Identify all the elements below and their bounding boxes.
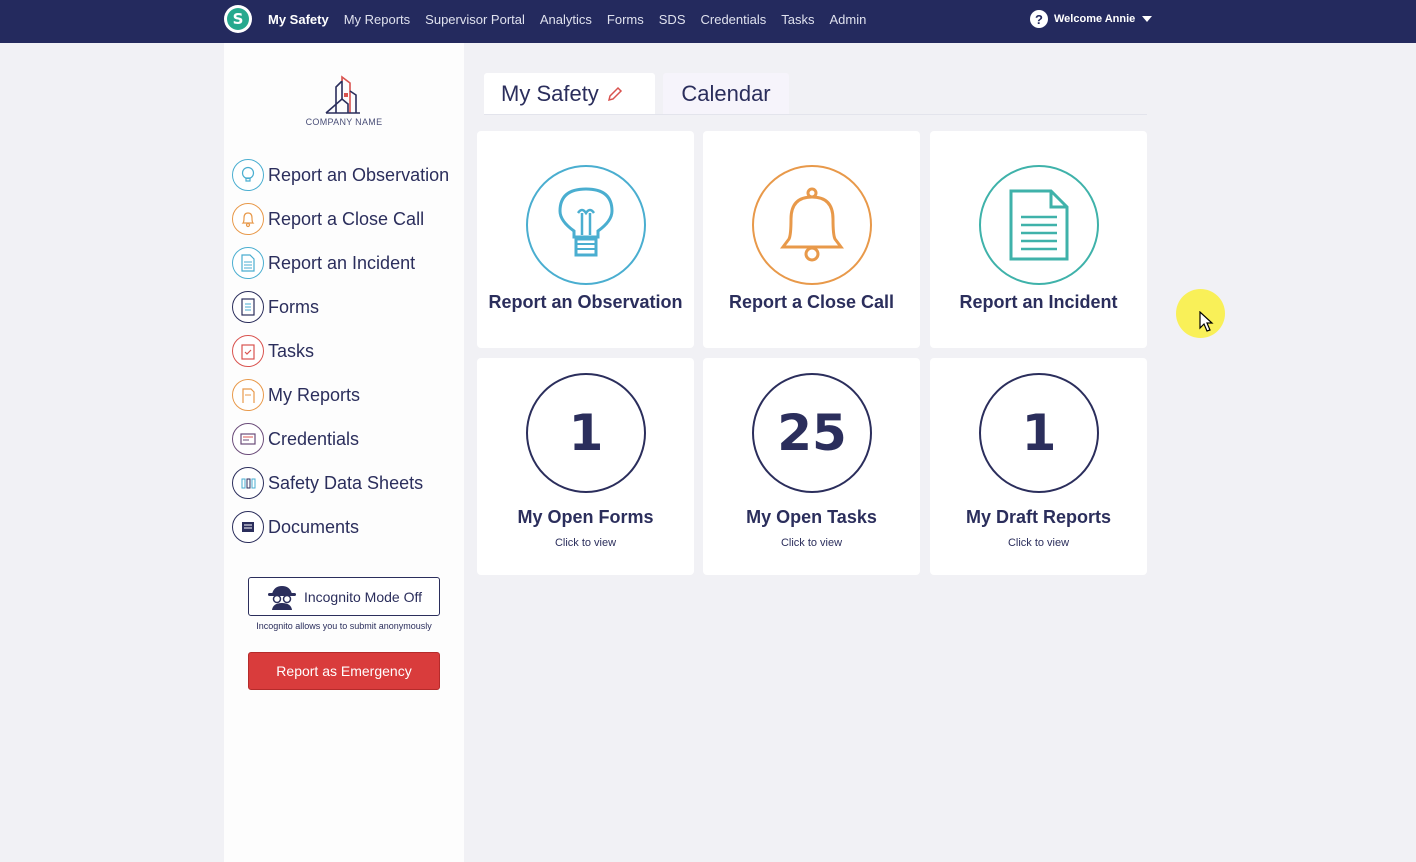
sidebar-item-label: Tasks [268,340,315,361]
app-logo[interactable]: S [224,5,252,33]
nav-link-admin[interactable]: Admin [830,12,867,27]
app-logo-letter: S [227,8,249,30]
card-report-observation[interactable]: Report an Observation [477,131,694,348]
sidebar-item-report-close-call[interactable]: Report a Close Call [232,202,424,236]
sidebar-item-forms[interactable]: Forms [232,290,319,324]
nav-link-supervisor-portal[interactable]: Supervisor Portal [425,12,525,27]
sidebar-item-label: Report a Close Call [268,208,425,229]
document-icon [232,247,264,279]
count-ring: 1 [526,373,646,493]
report-emergency-button[interactable]: Report as Emergency [248,652,440,690]
open-tasks-count: 25 [777,404,847,462]
card-title: My Open Tasks [746,507,877,527]
sidebar-item-report-incident[interactable]: Report an Incident [232,246,415,280]
open-forms-count: 1 [568,404,604,462]
forms-icon [232,291,264,323]
user-menu[interactable]: ? Welcome Annie [1030,10,1153,28]
tab-divider [484,114,1147,115]
bell-icon [752,165,872,285]
sds-icon [232,467,264,499]
user-greeting[interactable]: Welcome Annie [1054,13,1135,25]
sidebar-item-label: Documents [268,516,360,537]
sidebar-item-safety-data-sheets[interactable]: Safety Data Sheets [232,466,423,500]
card-title: My Open Forms [517,507,654,527]
sidebar-item-label: Safety Data Sheets [268,472,424,493]
card-title: Report a Close Call [728,292,895,312]
sidebar-item-tasks[interactable]: Tasks [232,334,314,368]
clipboard-check-icon [232,335,264,367]
card-subtitle: Click to view [1007,537,1070,549]
nav-link-forms[interactable]: Forms [607,12,644,27]
card-my-open-forms[interactable]: 1 My Open Forms Click to view [477,358,694,575]
sidebar-item-label: Report an Incident [268,252,416,273]
documents-icon [232,511,264,543]
sidebar-item-label: Forms [268,296,319,317]
count-ring: 1 [979,373,1099,493]
card-title: My Draft Reports [965,507,1112,527]
mouse-pointer-icon [1199,311,1214,332]
tab-label: My Safety [501,80,599,106]
incognito-label: Incognito Mode Off [303,588,423,605]
incognito-note: Incognito allows you to submit anonymous… [256,621,432,631]
reports-icon [232,379,264,411]
tab-calendar[interactable]: Calendar [663,73,789,114]
incognito-toggle-button[interactable]: Incognito Mode Off [248,577,440,616]
draft-reports-count: 1 [1021,404,1057,462]
top-nav-bar: S My Safety My Reports Supervisor Portal… [0,0,1416,43]
nav-link-my-reports[interactable]: My Reports [344,12,410,27]
nav-link-my-safety[interactable]: My Safety [268,12,329,27]
card-title: Report an Observation [488,292,683,312]
sidebar: COMPANY NAME Report an Observation Repor… [224,43,464,862]
nav-link-credentials[interactable]: Credentials [701,12,767,27]
lightbulb-icon [526,165,646,285]
help-icon[interactable]: ? [1030,10,1048,28]
sidebar-item-report-observation[interactable]: Report an Observation [232,158,449,192]
sidebar-item-label: My Reports [268,384,361,405]
incognito-spy-icon [267,585,296,610]
sidebar-item-my-reports[interactable]: My Reports [232,378,360,412]
nav-links: My Safety My Reports Supervisor Portal A… [268,0,881,38]
sidebar-item-label: Credentials [268,428,360,449]
company-name: COMPANY NAME [305,117,383,127]
nav-link-tasks[interactable]: Tasks [781,12,814,27]
document-icon [979,165,1099,285]
tab-my-safety[interactable]: My Safety [484,73,655,114]
sidebar-item-credentials[interactable]: Credentials [232,422,359,456]
card-title: Report an Incident [959,292,1118,312]
card-my-open-tasks[interactable]: 25 My Open Tasks Click to view [703,358,920,575]
chevron-down-icon[interactable] [1142,16,1153,22]
sidebar-item-documents[interactable]: Documents [232,510,359,544]
tab-label: Calendar [681,80,771,106]
nav-link-sds[interactable]: SDS [659,12,686,27]
lightbulb-icon [232,159,264,191]
card-report-close-call[interactable]: Report a Close Call [703,131,920,348]
building-logo-icon [325,75,360,114]
card-my-draft-reports[interactable]: 1 My Draft Reports Click to view [930,358,1147,575]
card-subtitle: Click to view [780,537,843,549]
nav-link-analytics[interactable]: Analytics [540,12,592,27]
sidebar-item-label: Report an Observation [268,164,450,185]
card-subtitle: Click to view [554,537,617,549]
card-report-incident[interactable]: Report an Incident [930,131,1147,348]
bell-icon [232,203,264,235]
edit-pencil-icon[interactable] [607,86,623,102]
id-card-icon [232,423,264,455]
company-logo: COMPANY NAME [224,73,464,127]
count-ring: 25 [752,373,872,493]
